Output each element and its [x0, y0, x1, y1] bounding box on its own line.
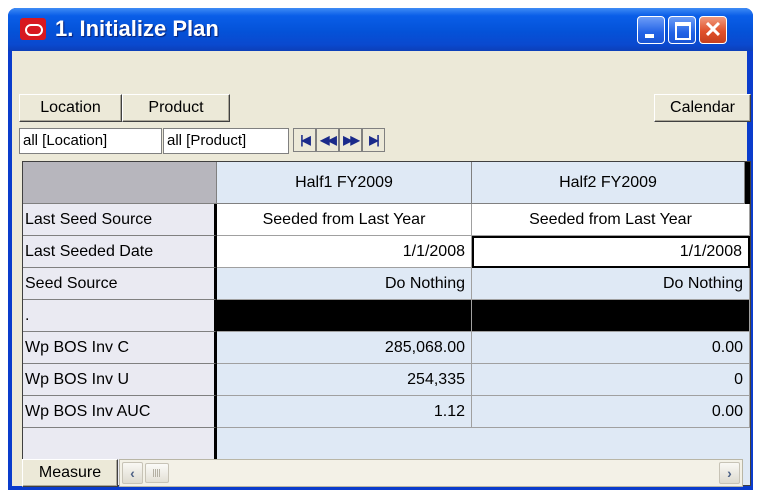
- last-page-button[interactable]: ▶|: [362, 128, 385, 152]
- window-client-area: Location Product Calendar all [Location]…: [12, 51, 751, 487]
- grid-cell[interactable]: 0: [472, 364, 750, 396]
- scroll-left-icon: ‹: [130, 465, 135, 481]
- scroll-thumb[interactable]: [145, 463, 169, 483]
- grid-cell[interactable]: Do Nothing: [217, 268, 472, 300]
- row-header-wp-bos-inv-u[interactable]: Wp BOS Inv U: [23, 364, 217, 396]
- column-header-half1[interactable]: Half1 FY2009: [217, 162, 472, 204]
- first-icon: |◀: [300, 133, 311, 147]
- last-icon: ▶|: [369, 133, 380, 147]
- maximize-button[interactable]: [668, 16, 696, 44]
- row-header-last-seed-source[interactable]: Last Seed Source: [23, 204, 217, 236]
- location-position-label[interactable]: all [Location]: [19, 128, 162, 154]
- scroll-right-button[interactable]: ›: [719, 462, 740, 484]
- close-button[interactable]: ✕: [699, 16, 727, 44]
- window-title: 1. Initialize Plan: [55, 16, 219, 41]
- calendar-button[interactable]: Calendar: [654, 94, 751, 122]
- grid-cell-black[interactable]: [217, 300, 472, 332]
- title-bar[interactable]: 1. Initialize Plan ✕: [8, 8, 753, 51]
- next-icon: ▶▶: [343, 133, 360, 147]
- grid-cell[interactable]: Do Nothing: [472, 268, 750, 300]
- measure-button[interactable]: Measure: [22, 459, 118, 487]
- previous-icon: ◀◀: [320, 133, 337, 147]
- oracle-logo-icon: [20, 18, 46, 40]
- row-header-separator[interactable]: .: [23, 300, 217, 332]
- scroll-right-icon: ›: [727, 465, 732, 481]
- grid-cell[interactable]: 0.00: [472, 396, 750, 428]
- row-header-seed-source[interactable]: Seed Source: [23, 268, 217, 300]
- product-button[interactable]: Product: [122, 94, 230, 122]
- grid-cell[interactable]: 1/1/2008: [217, 236, 472, 268]
- previous-page-button[interactable]: ◀◀: [316, 128, 339, 152]
- first-page-button[interactable]: |◀: [293, 128, 316, 152]
- grid-corner: [23, 162, 217, 204]
- product-position-label[interactable]: all [Product]: [163, 128, 289, 154]
- grid-cell[interactable]: Seeded from Last Year: [472, 204, 750, 236]
- row-header-wp-bos-inv-c[interactable]: Wp BOS Inv C: [23, 332, 217, 364]
- close-icon: ✕: [703, 17, 723, 42]
- location-button[interactable]: Location: [19, 94, 122, 122]
- initialize-plan-window: 1. Initialize Plan ✕ Location Product Ca…: [8, 8, 753, 490]
- grid-cell[interactable]: Seeded from Last Year: [217, 204, 472, 236]
- minimize-button[interactable]: [637, 16, 665, 44]
- grid-cell-selected[interactable]: 1/1/2008: [472, 236, 750, 268]
- measure-grid: Half1 FY2009 Half2 FY2009 Last Seed Sour…: [22, 161, 751, 486]
- row-header-last-seeded-date[interactable]: Last Seeded Date: [23, 236, 217, 268]
- column-divider: [745, 162, 750, 204]
- grip-icon: [153, 469, 161, 477]
- horizontal-scrollbar[interactable]: ‹ ›: [119, 459, 743, 487]
- row-header-wp-bos-inv-auc[interactable]: Wp BOS Inv AUC: [23, 396, 217, 428]
- scroll-left-button[interactable]: ‹: [122, 462, 143, 484]
- grid-cell[interactable]: 285,068.00: [217, 332, 472, 364]
- grid-cell[interactable]: 1.12: [217, 396, 472, 428]
- column-header-half2[interactable]: Half2 FY2009: [472, 162, 745, 204]
- next-page-button[interactable]: ▶▶: [339, 128, 362, 152]
- grid-cell-black[interactable]: [472, 300, 750, 332]
- grid-cell[interactable]: 0.00: [472, 332, 750, 364]
- grid-cell[interactable]: 254,335: [217, 364, 472, 396]
